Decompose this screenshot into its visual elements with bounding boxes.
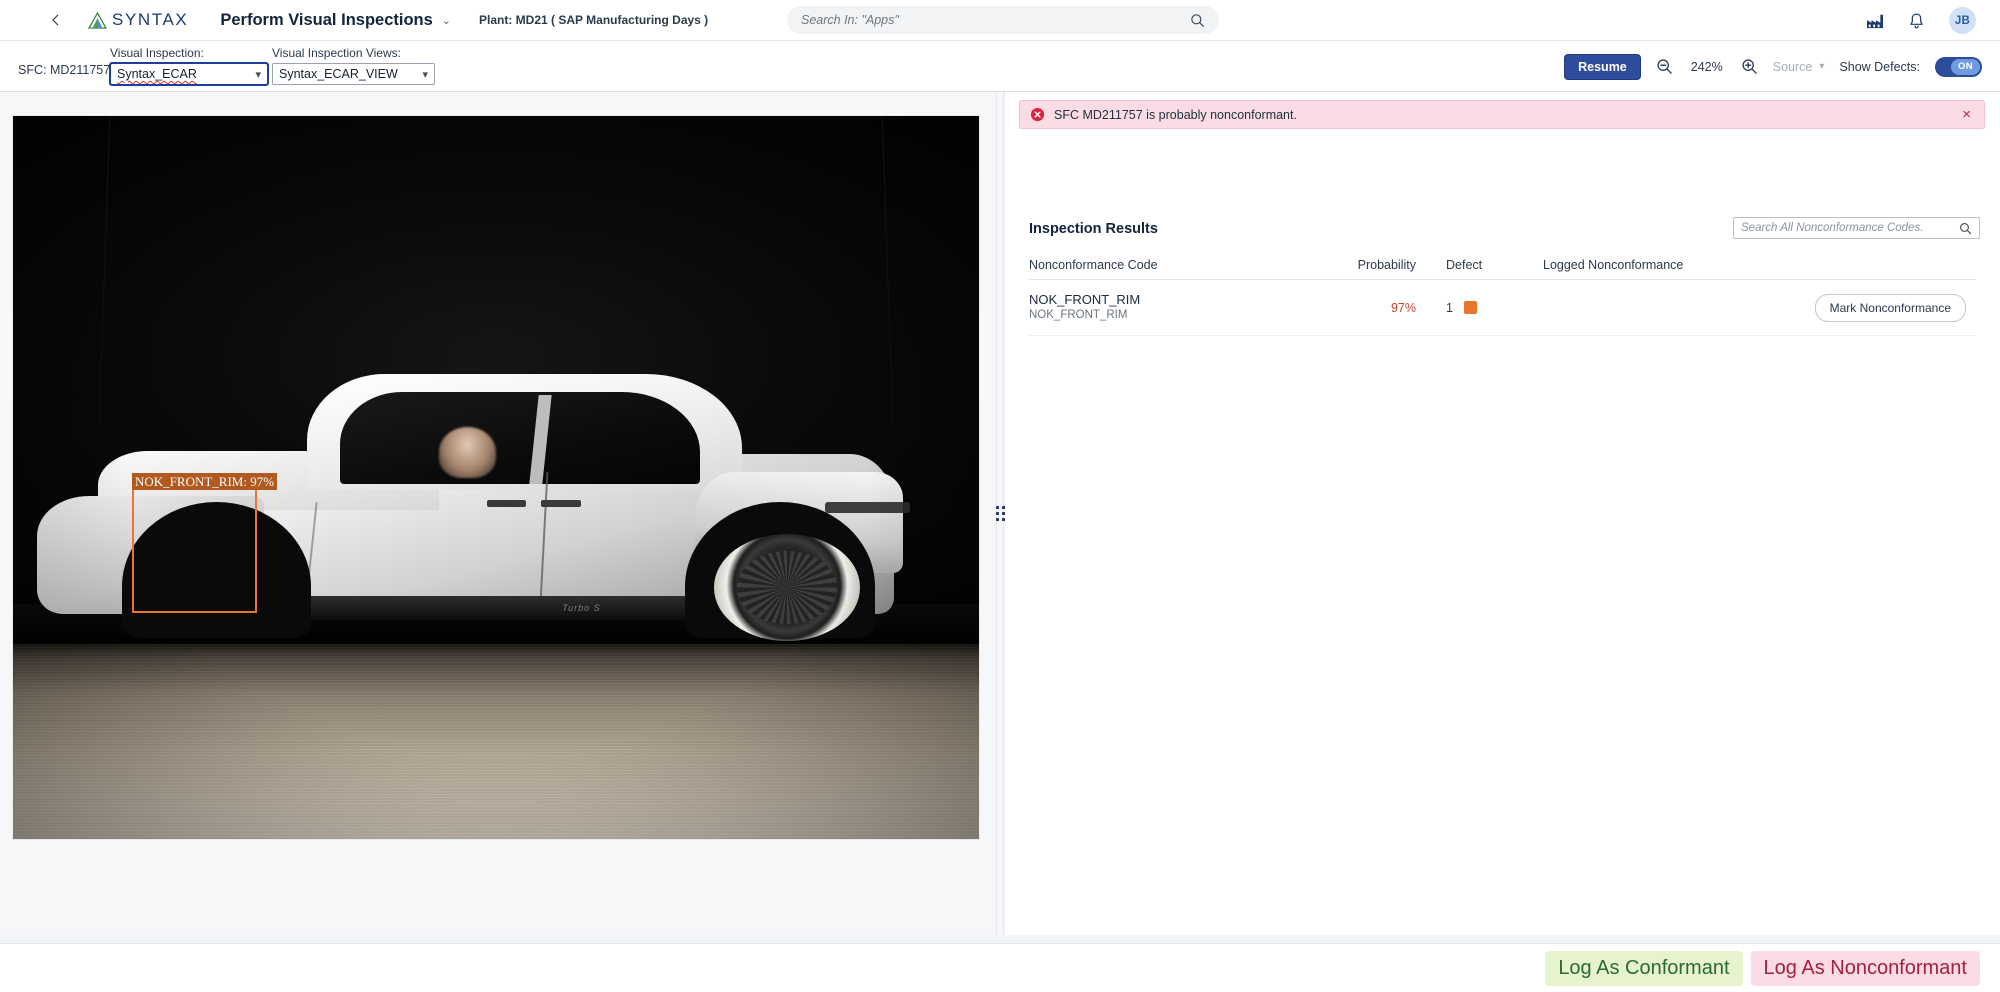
close-icon[interactable]: × — [1959, 107, 1974, 122]
cell-probability: 97% — [1339, 299, 1424, 317]
visual-inspection-field: Visual Inspection: Syntax_ECAR ▾ — [109, 46, 269, 86]
error-circle-icon — [1030, 107, 1045, 122]
zoom-in-icon[interactable] — [1741, 58, 1758, 75]
column-header-code: Nonconformance Code — [1029, 257, 1158, 272]
cell-action: Mark Nonconformance — [1799, 293, 1976, 322]
search-icon — [1191, 13, 1204, 27]
inspection-toolbar: SFC: MD211757 Visual Inspection: Syntax_… — [0, 41, 2000, 92]
app-title-text: Perform Visual Inspections — [220, 10, 433, 29]
app-title[interactable]: Perform Visual Inspections ⌄ — [220, 11, 451, 30]
global-search[interactable] — [787, 6, 1219, 34]
visual-inspection-views-label: Visual Inspection Views: — [272, 46, 401, 60]
nonconformance-search[interactable] — [1733, 217, 1980, 239]
viewer-controls: Resume 242% Source ▾ Show Defects: ON — [1564, 41, 1982, 92]
visual-inspection-views-field: Visual Inspection Views: Syntax_ECAR_VIE… — [272, 46, 435, 85]
results-pane: SFC MD211757 is probably nonconformant. … — [1005, 92, 2000, 935]
chevron-down-icon: ⌄ — [441, 14, 452, 27]
defect-count: 1 — [1446, 300, 1453, 315]
visual-inspection-value: Syntax_ECAR — [117, 67, 197, 81]
alert-message: SFC MD211757 is probably nonconformant. — [1054, 107, 1297, 122]
nonconformance-code-description: NOK_FRONT_RIM — [1029, 309, 1128, 321]
header-actions: JB — [1866, 0, 1976, 41]
chevron-down-icon: ▾ — [1819, 61, 1825, 72]
table-header-row: Nonconformance Code Probability Defect L… — [1029, 250, 1976, 280]
avatar[interactable]: JB — [1949, 7, 1976, 34]
action-footer: Log As Conformant Log As Nonconformant — [0, 943, 2000, 992]
syntax-triangle-icon — [88, 11, 107, 29]
sfc-label: SFC: MD211757 — [18, 63, 111, 77]
visual-inspection-select[interactable]: Syntax_ECAR ▾ — [109, 62, 269, 86]
source-dropdown[interactable]: Source ▾ — [1773, 60, 1825, 74]
inspection-results-table: Nonconformance Code Probability Defect L… — [1029, 250, 1976, 336]
search-icon — [1960, 222, 1972, 234]
inspection-image[interactable]: Turbo S NOK_FRONT_RIM: 97% — [12, 115, 980, 840]
show-defects-toggle[interactable]: ON — [1935, 56, 1982, 77]
cell-defect: 1 — [1424, 301, 1519, 315]
pane-splitter[interactable] — [995, 92, 1005, 935]
back-icon[interactable] — [42, 6, 70, 34]
visual-inspection-views-value: Syntax_ECAR_VIEW — [279, 67, 398, 81]
nonconformance-alert: SFC MD211757 is probably nonconformant. … — [1019, 100, 1985, 129]
brand-logo[interactable]: SYNTAX — [88, 10, 188, 30]
log-as-nonconformant-button[interactable]: Log As Nonconformant — [1750, 950, 1980, 986]
resume-button[interactable]: Resume — [1564, 53, 1641, 80]
factory-icon[interactable] — [1866, 13, 1884, 29]
zoom-out-icon[interactable] — [1656, 58, 1673, 75]
brand-name: SYNTAX — [112, 10, 189, 29]
column-header-probability: Probability — [1357, 257, 1416, 272]
defect-annotation-box[interactable]: NOK_FRONT_RIM: 97% — [132, 473, 278, 613]
chevron-down-icon: ▾ — [422, 68, 428, 81]
cell-code: NOK_FRONT_RIM NOK_FRONT_RIM — [1029, 292, 1339, 323]
mark-nonconformance-button[interactable]: Mark Nonconformance — [1814, 293, 1966, 322]
image-viewer-pane: Turbo S NOK_FRONT_RIM: 97% — [0, 92, 996, 935]
source-label: Source — [1772, 59, 1813, 74]
column-header-defect: Defect — [1446, 257, 1483, 272]
defect-annotation-label: NOK_FRONT_RIM: 97% — [132, 473, 278, 490]
global-search-input[interactable] — [801, 13, 1190, 27]
defect-color-swatch — [1463, 301, 1477, 314]
show-defects-state: ON — [1950, 58, 1980, 75]
table-row[interactable]: NOK_FRONT_RIM NOK_FRONT_RIM 97% 1 Mark N… — [1029, 280, 1976, 336]
bell-icon[interactable] — [1908, 12, 1925, 30]
zoom-level: 242% — [1690, 59, 1723, 74]
probability-value: 97% — [1390, 300, 1416, 315]
chevron-down-icon: ▾ — [255, 68, 261, 81]
show-defects-label: Show Defects: — [1839, 59, 1920, 74]
column-header-logged: Logged Nonconformance — [1543, 257, 1684, 272]
nonconformance-code: NOK_FRONT_RIM — [1029, 292, 1141, 307]
log-as-conformant-button[interactable]: Log As Conformant — [1545, 950, 1743, 986]
drag-handle-icon — [995, 506, 1005, 521]
results-title: Inspection Results — [1029, 221, 1158, 237]
visual-inspection-views-select[interactable]: Syntax_ECAR_VIEW ▾ — [272, 63, 435, 85]
visual-inspection-label: Visual Inspection: — [110, 46, 204, 60]
workspace: Turbo S NOK_FRONT_RIM: 97% SFC MD211757 … — [0, 92, 2000, 992]
plant-context: Plant: MD21 ( SAP Manufacturing Days ) — [479, 13, 709, 27]
app-header: SYNTAX Perform Visual Inspections ⌄ Plan… — [0, 0, 2000, 41]
nonconformance-search-input[interactable] — [1741, 222, 1959, 234]
